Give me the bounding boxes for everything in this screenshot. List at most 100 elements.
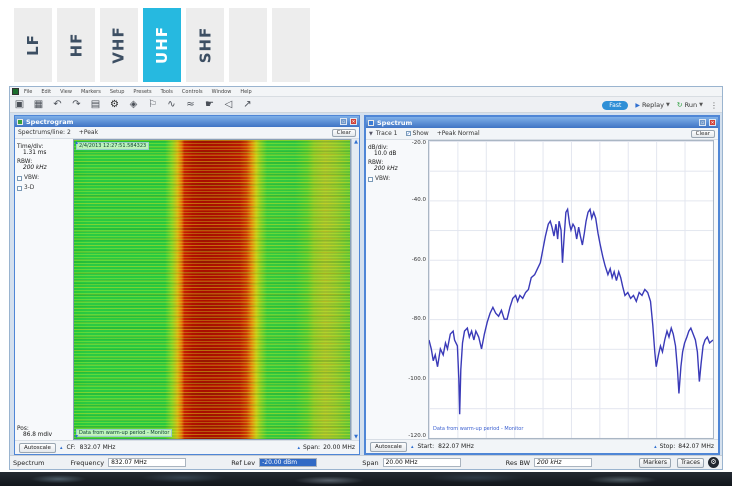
trace-detection-mode[interactable]: +Peak Normal xyxy=(437,130,480,137)
spectrum-subheader: ▼ Trace 1 ✓ Show +Peak Normal Clear xyxy=(366,128,718,140)
replay-label: Replay xyxy=(642,101,664,109)
time-marker-icon[interactable]: ▾ xyxy=(75,433,78,440)
close-button[interactable]: ✕ xyxy=(350,118,357,125)
trace-a-icon[interactable]: ∿ xyxy=(165,99,178,111)
vbw-label: VBW: xyxy=(24,175,39,181)
menu-file[interactable]: File xyxy=(24,89,32,95)
spectrogram-noise-texture xyxy=(74,140,350,439)
touch-icon[interactable]: ☛ xyxy=(203,99,216,111)
spectrogram-titlebar[interactable]: Spectrogram ▫ ✕ xyxy=(15,116,359,127)
export-icon[interactable]: ↗ xyxy=(241,99,254,111)
res-bw-field[interactable]: 200 kHz xyxy=(534,458,592,467)
minimize-button[interactable]: ▫ xyxy=(340,118,347,125)
vbw-checkbox[interactable] xyxy=(368,177,373,182)
menu-help[interactable]: Help xyxy=(240,89,251,95)
kebab-menu-icon[interactable]: ⋮ xyxy=(710,101,718,110)
markers-button[interactable]: Markers xyxy=(639,458,671,468)
cf-marker-icon: ▴ xyxy=(60,445,63,451)
time-div-value[interactable]: 1.31 ms xyxy=(23,150,71,156)
replay-icon: ▶ xyxy=(635,102,640,109)
clear-button[interactable]: Clear xyxy=(691,130,715,138)
run-button[interactable]: ↻ Run ▼ xyxy=(677,101,703,109)
menu-view[interactable]: View xyxy=(60,89,72,95)
ref-lev-field[interactable]: -20.00 dBm xyxy=(259,458,317,467)
clear-button[interactable]: Clear xyxy=(332,129,356,137)
vbw-checkbox[interactable] xyxy=(17,176,22,181)
marker-icon[interactable]: ◈ xyxy=(127,99,140,111)
band-button-empty-2[interactable] xyxy=(272,8,310,82)
spectrum-panel-icon xyxy=(368,120,374,126)
save-icon[interactable]: ▦ xyxy=(32,99,45,111)
analyzer-window: File Edit View Markers Setup Presets Tools Cont… xyxy=(9,86,723,470)
scroll-up-icon[interactable]: ▲ xyxy=(352,139,360,145)
replay-button[interactable]: ▶ Replay ▼ xyxy=(635,101,669,109)
trace-selector[interactable]: Trace 1 xyxy=(376,130,398,137)
gear-icon[interactable]: ⚙ xyxy=(708,457,719,468)
display-area: Spectrogram ▫ ✕ Spectrums/line: 2 +Peak … xyxy=(10,113,722,457)
menu-markers[interactable]: Markers xyxy=(81,89,101,95)
trace-b-icon[interactable]: ≈ xyxy=(184,99,197,111)
band-button-hf[interactable]: HF xyxy=(57,8,95,82)
spectrum-titlebar[interactable]: Spectrum ▫ ✕ xyxy=(366,117,718,128)
band-button-lf[interactable]: LF xyxy=(14,8,52,82)
start-value[interactable]: 822.07 MHz xyxy=(438,443,474,450)
show-trace-checkbox[interactable]: ✓ xyxy=(406,131,411,136)
span-field[interactable]: 20.00 MHz xyxy=(383,458,461,467)
app-icon xyxy=(12,88,19,95)
undo-icon[interactable]: ↶ xyxy=(51,99,64,111)
span-marker-icon: ▴ xyxy=(297,445,300,451)
peak-search-icon[interactable]: ⚐ xyxy=(146,99,159,111)
start-marker-icon: ▴ xyxy=(411,444,414,450)
band-label: UHF xyxy=(153,26,171,64)
chevron-down-icon: ▼ xyxy=(699,102,703,108)
close-button[interactable]: ✕ xyxy=(709,119,716,126)
threed-checkbox[interactable] xyxy=(17,186,22,191)
print-icon[interactable]: ▤ xyxy=(89,99,102,111)
spectrogram-scrollbar[interactable]: ▲ ▼ xyxy=(351,139,359,440)
redo-icon[interactable]: ↷ xyxy=(70,99,83,111)
span-label: Span xyxy=(362,459,378,467)
settings-bar: Spectrum Frequency 832.07 MHz Ref Lev -2… xyxy=(10,455,722,469)
stop-value[interactable]: 842.07 MHz xyxy=(678,443,714,450)
cf-value[interactable]: 832.07 MHz xyxy=(80,444,116,451)
spectrogram-panel-icon xyxy=(17,119,23,125)
acquisition-status-pill[interactable]: Fast xyxy=(602,101,628,110)
menu-tools[interactable]: Tools xyxy=(161,89,173,95)
spectrums-per-line[interactable]: Spectrums/line: 2 xyxy=(18,129,71,136)
y-axis-tick-label: -60.0 xyxy=(412,257,426,263)
minimize-button[interactable]: ▫ xyxy=(699,119,706,126)
dbdiv-value[interactable]: 10.0 dB xyxy=(374,151,400,157)
band-button-empty-1[interactable] xyxy=(229,8,267,82)
band-selector: LF HF VHF UHF SHF xyxy=(14,8,310,82)
spectrogram-plot[interactable]: 2/4/2013 12:27:51.584323 Data from warm-… xyxy=(73,139,351,440)
menu-setup[interactable]: Setup xyxy=(110,89,125,95)
span-value[interactable]: 20.00 MHz xyxy=(323,444,355,451)
audio-icon[interactable]: ◁ xyxy=(222,99,235,111)
traces-button[interactable]: Traces xyxy=(677,458,704,468)
pos-value[interactable]: 86.8 mdiv xyxy=(23,432,52,438)
stop-label: Stop: xyxy=(660,443,676,450)
open-icon[interactable]: ▣ xyxy=(13,99,26,111)
menu-presets[interactable]: Presets xyxy=(133,89,151,95)
autoscale-button[interactable]: Autoscale xyxy=(19,443,56,453)
menu-bar: File Edit View Markers Setup Presets Tools Cont… xyxy=(10,87,722,97)
menu-window[interactable]: Window xyxy=(212,89,232,95)
frequency-field[interactable]: 832.07 MHz xyxy=(108,458,186,467)
menu-controls[interactable]: Controls xyxy=(182,89,203,95)
band-button-shf[interactable]: SHF xyxy=(186,8,224,82)
spectrum-panel-title: Spectrum xyxy=(377,119,696,127)
band-button-uhf-active[interactable]: UHF xyxy=(143,8,181,82)
autoscale-button[interactable]: Autoscale xyxy=(370,442,407,452)
detection-mode[interactable]: +Peak xyxy=(79,129,98,136)
spectrum-trace xyxy=(429,141,713,438)
menu-edit[interactable]: Edit xyxy=(41,89,51,95)
run-controls: Fast ▶ Replay ▼ ↻ Run ▼ ⋮ xyxy=(602,98,718,112)
spectrum-plot[interactable]: Data from warm-up period - Monitor xyxy=(428,140,714,439)
spectrum-message: Data from warm-up period - Monitor xyxy=(433,426,523,432)
rbw-value[interactable]: 200 kHz xyxy=(374,166,400,172)
scroll-position-marker-icon[interactable]: ▴ xyxy=(75,139,78,146)
rbw-value[interactable]: 200 kHz xyxy=(23,165,71,171)
run-label: Run xyxy=(685,101,697,109)
band-button-vhf[interactable]: VHF xyxy=(100,8,138,82)
settings-icon[interactable]: ⚙ xyxy=(108,99,121,111)
